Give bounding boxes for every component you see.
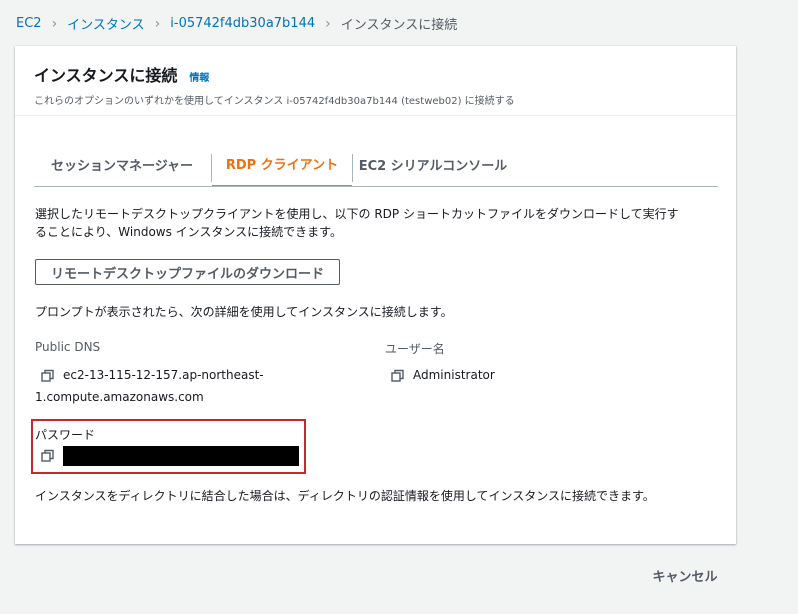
title-row: インスタンスに接続 情報 [34, 62, 736, 86]
public-dns-line2: 1.compute.amazonaws.com [35, 390, 204, 404]
breadcrumb-instances[interactable]: インスタンス [67, 14, 144, 33]
connect-tabs: セッションマネージャー RDP クライアント EC2 シリアルコンソール [34, 142, 718, 187]
panel-description: これらのオプションのいずれかを使用してインスタンス i-05742f4db30a… [34, 96, 515, 107]
download-rdp-file-button[interactable]: リモートデスクトップファイルのダウンロード [35, 259, 340, 285]
page-title: インスタンスに接続 [34, 66, 178, 85]
chevron-right-icon: › [325, 15, 331, 32]
breadcrumb-ec2[interactable]: EC2 [16, 16, 42, 31]
copy-icon[interactable] [41, 369, 55, 383]
public-dns-line1: ec2-13-115-12-157.ap-northeast- [63, 368, 264, 382]
tab-ec2-serial-console[interactable]: EC2 シリアルコンソール [353, 142, 513, 186]
info-link[interactable]: 情報 [189, 69, 209, 84]
panel-header: インスタンスに接続 情報 これらのオプションのいずれかを使用してインスタンス i… [15, 46, 736, 116]
username-row: Administrator [391, 366, 495, 385]
public-dns-row: ec2-13-115-12-157.ap-northeast- [41, 366, 264, 385]
rdp-intro-line2: ることにより、Windows インスタンスに接続できます。 [35, 225, 342, 239]
breadcrumb-instance-id[interactable]: i-05742f4db30a7b144 [170, 16, 315, 31]
rdp-intro-line1: 選択したリモートデスクトップクライアントを使用し、以下の RDP ショートカット… [35, 207, 679, 221]
tab-rdp-client[interactable]: RDP クライアント [212, 142, 352, 186]
breadcrumb-current: インスタンスに接続 [340, 18, 458, 33]
password-highlight-box [31, 419, 306, 474]
directory-note: インスタンスをディレクトリに結合した場合は、ディレクトリの認証情報を使用してイン… [35, 489, 655, 503]
chevron-right-icon: › [51, 15, 58, 32]
username-label: ユーザー名 [385, 342, 445, 356]
breadcrumb: EC2 › インスタンス › i-05742f4db30a7b144 › インス… [16, 14, 458, 34]
connect-panel: インスタンスに接続 情報 これらのオプションのいずれかを使用してインスタンス i… [15, 46, 736, 544]
public-dns-label: Public DNS [35, 340, 101, 354]
username-value: Administrator [413, 368, 495, 382]
tab-session-manager[interactable]: セッションマネージャー [34, 142, 210, 186]
cancel-button[interactable]: キャンセル [645, 562, 725, 588]
prompt-text: プロンプトが表示されたら、次の詳細を使用してインスタンスに接続します。 [35, 305, 453, 319]
chevron-right-icon: › [154, 15, 161, 32]
copy-icon[interactable] [391, 369, 405, 383]
